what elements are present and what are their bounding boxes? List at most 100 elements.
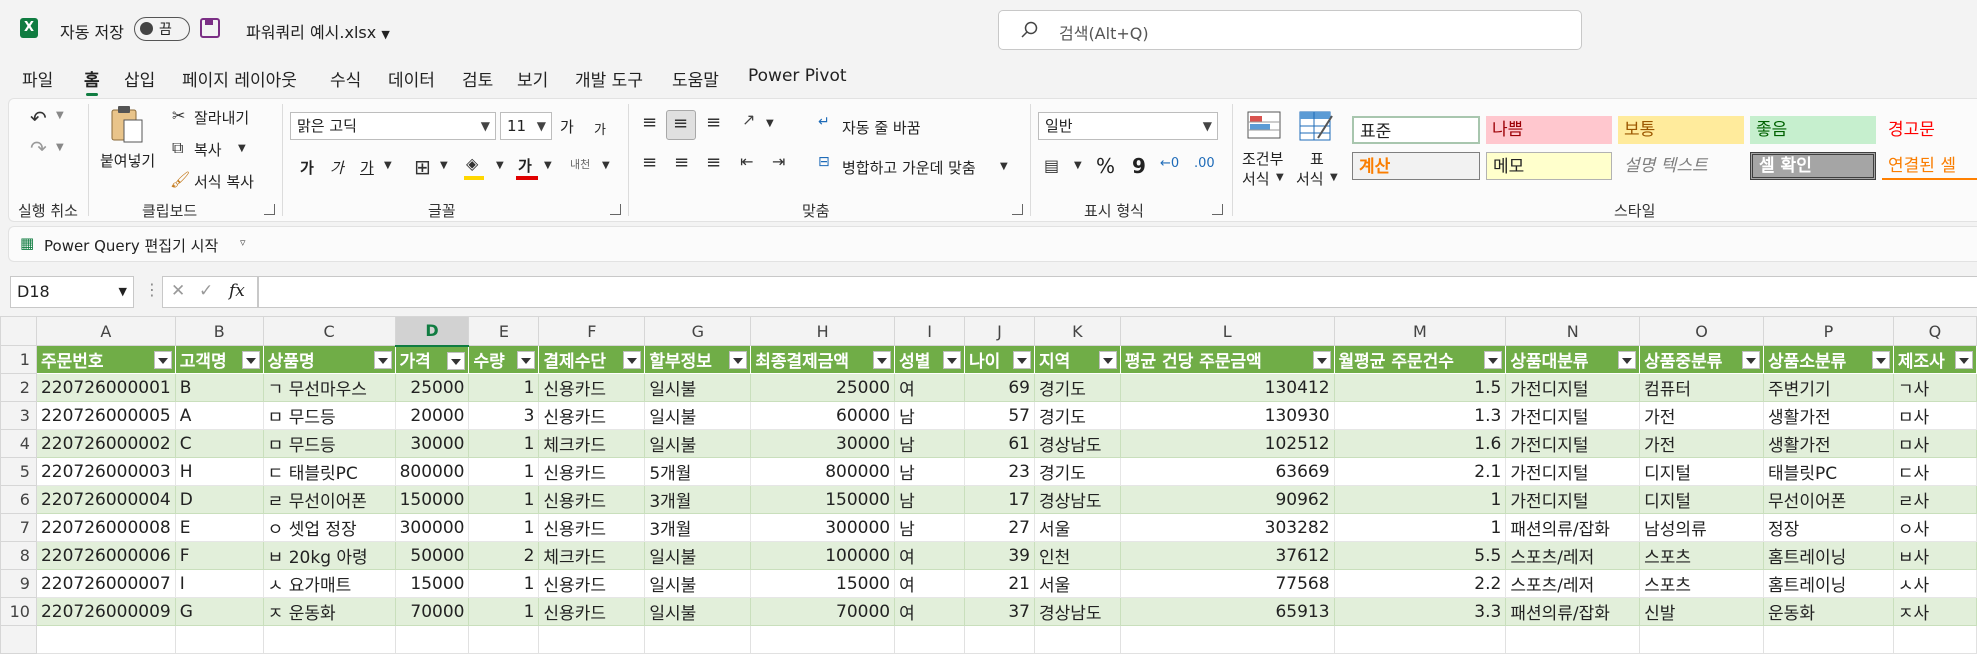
table-cell[interactable] xyxy=(538,625,646,654)
table-header-cell[interactable]: 상품명 xyxy=(262,345,396,374)
table-cell[interactable] xyxy=(1119,625,1335,654)
table-cell[interactable]: 여 xyxy=(894,541,966,570)
conditional-formatting-button[interactable]: 조건부 xyxy=(1242,148,1283,169)
table-header-cell[interactable]: 월평균 주문건수 xyxy=(1333,345,1507,374)
autosave-toggle[interactable]: 끔 xyxy=(134,17,190,41)
table-cell[interactable]: ㅅ 요가매트 xyxy=(262,569,396,598)
table-cell[interactable]: 디지털 xyxy=(1639,485,1765,514)
bold-button[interactable]: 가 xyxy=(300,157,314,178)
table-cell[interactable]: ㅂ 20kg 아령 xyxy=(262,541,396,570)
tab-home[interactable]: 홈 xyxy=(84,66,100,96)
filter-dropdown-icon[interactable] xyxy=(623,351,642,369)
table-cell[interactable]: ㅂ사 xyxy=(1892,541,1977,570)
column-header-j[interactable]: J xyxy=(964,316,1035,346)
undo-icon[interactable]: ↶ xyxy=(30,106,47,130)
column-header-a[interactable]: A xyxy=(35,316,176,346)
table-cell[interactable]: 일시불 xyxy=(644,569,752,598)
table-cell[interactable]: ㅁ사 xyxy=(1892,401,1977,430)
font-size-select[interactable]: 11 ▼ xyxy=(500,112,552,140)
table-cell[interactable] xyxy=(750,625,896,654)
save-icon[interactable] xyxy=(200,18,220,38)
table-cell[interactable]: 25000 xyxy=(394,373,470,402)
chevron-down-icon[interactable]: ▼ xyxy=(1330,172,1338,183)
table-cell[interactable]: D xyxy=(174,485,264,514)
column-header-k[interactable]: K xyxy=(1033,316,1121,346)
table-cell[interactable]: 신용카드 xyxy=(538,569,646,598)
table-cell[interactable] xyxy=(964,625,1035,654)
table-cell[interactable]: 신용카드 xyxy=(538,457,646,486)
percent-style-button[interactable]: % xyxy=(1096,154,1115,178)
row-header[interactable]: 9 xyxy=(0,569,37,598)
table-cell[interactable]: 신발 xyxy=(1639,597,1765,626)
table-cell[interactable]: 서울 xyxy=(1033,513,1121,542)
decrease-font-icon[interactable]: 가 xyxy=(594,119,606,138)
table-cell[interactable]: 220726000005 xyxy=(35,401,176,430)
table-cell[interactable]: 남 xyxy=(894,513,966,542)
column-header-o[interactable]: O xyxy=(1639,316,1765,346)
row-header[interactable]: 6 xyxy=(0,485,37,514)
table-cell[interactable]: 90962 xyxy=(1119,485,1335,514)
filter-dropdown-icon[interactable] xyxy=(729,351,748,369)
table-cell[interactable]: 패션의류/잡화 xyxy=(1505,513,1641,542)
table-cell[interactable]: 2.2 xyxy=(1333,569,1507,598)
table-header-cell[interactable]: 제조사 xyxy=(1892,345,1977,374)
filter-dropdown-icon[interactable] xyxy=(943,351,962,369)
chevron-down-icon[interactable]: ▼ xyxy=(1276,172,1284,183)
table-cell[interactable]: 2 xyxy=(468,541,540,570)
comma-style-button[interactable]: 9 xyxy=(1132,154,1146,178)
font-launcher-icon[interactable] xyxy=(610,204,621,215)
table-cell[interactable]: A xyxy=(174,401,264,430)
table-cell[interactable]: 220726000006 xyxy=(35,541,176,570)
table-header-cell[interactable]: 최종결제금액 xyxy=(750,345,896,374)
table-cell[interactable]: 20000 xyxy=(394,401,470,430)
font-name-select[interactable]: 맑은 고딕 ▼ xyxy=(290,112,496,140)
table-cell[interactable]: 스포츠/레저 xyxy=(1505,569,1641,598)
table-cell[interactable]: 주변기기 xyxy=(1763,373,1894,402)
cut-icon[interactable]: ✂ xyxy=(172,106,185,125)
table-cell[interactable]: 63669 xyxy=(1119,457,1335,486)
table-cell[interactable]: 220726000001 xyxy=(35,373,176,402)
table-cell[interactable] xyxy=(1505,625,1641,654)
table-cell[interactable]: 130930 xyxy=(1119,401,1335,430)
table-header-cell[interactable]: 지역 xyxy=(1033,345,1121,374)
table-cell[interactable]: 경상남도 xyxy=(1033,429,1121,458)
tab-file[interactable]: 파일 xyxy=(22,66,53,92)
align-middle-button[interactable]: ≡ xyxy=(666,110,696,140)
table-cell[interactable]: 5.5 xyxy=(1333,541,1507,570)
italic-button[interactable]: 가 xyxy=(330,157,344,178)
table-cell[interactable]: ㅇ 셋업 정장 xyxy=(262,513,396,542)
table-cell[interactable]: ㅁ 무드등 xyxy=(262,429,396,458)
table-cell[interactable]: 가전 xyxy=(1639,401,1765,430)
table-cell[interactable]: 2.1 xyxy=(1333,457,1507,486)
table-cell[interactable]: 69 xyxy=(964,373,1035,402)
insert-function-button[interactable]: fx xyxy=(229,281,245,301)
number-format-select[interactable]: 일반 ▼ xyxy=(1038,112,1218,140)
align-left-icon[interactable]: ≡ xyxy=(642,152,657,173)
redo-icon[interactable]: ↷ xyxy=(30,136,47,160)
table-cell[interactable]: 3개월 xyxy=(644,485,752,514)
table-cell[interactable]: 인천 xyxy=(1033,541,1121,570)
table-header-cell[interactable]: 수량 xyxy=(468,345,540,374)
filter-dropdown-icon[interactable] xyxy=(1955,351,1973,369)
table-cell[interactable]: ㅅ사 xyxy=(1892,569,1977,598)
row-header[interactable]: 7 xyxy=(0,513,37,542)
font-color-dropdown-icon[interactable]: ▼ xyxy=(544,160,552,171)
table-cell[interactable]: 태블릿PC xyxy=(1763,457,1894,486)
table-cell[interactable]: 경상남도 xyxy=(1033,485,1121,514)
style-warning-text[interactable]: 경고문 xyxy=(1882,116,1977,144)
table-cell[interactable]: 1 xyxy=(468,457,540,486)
table-cell[interactable]: 일시불 xyxy=(644,401,752,430)
filter-dropdown-icon[interactable] xyxy=(873,351,892,369)
power-query-editor-button[interactable]: Power Query 편집기 시작 xyxy=(44,235,218,256)
table-cell[interactable]: 5개월 xyxy=(644,457,752,486)
table-cell[interactable]: 220726000004 xyxy=(35,485,176,514)
table-cell[interactable]: E xyxy=(174,513,264,542)
table-cell[interactable]: 경기도 xyxy=(1033,373,1121,402)
decrease-decimal-icon[interactable]: .00 xyxy=(1194,156,1215,171)
style-bad[interactable]: 나쁨 xyxy=(1486,116,1612,144)
table-header-cell[interactable]: 결제수단 xyxy=(538,345,646,374)
table-cell[interactable] xyxy=(1763,625,1894,654)
table-cell[interactable]: 303282 xyxy=(1119,513,1335,542)
table-cell[interactable]: 1 xyxy=(468,513,540,542)
table-cell[interactable]: ㄹ 무선이어폰 xyxy=(262,485,396,514)
